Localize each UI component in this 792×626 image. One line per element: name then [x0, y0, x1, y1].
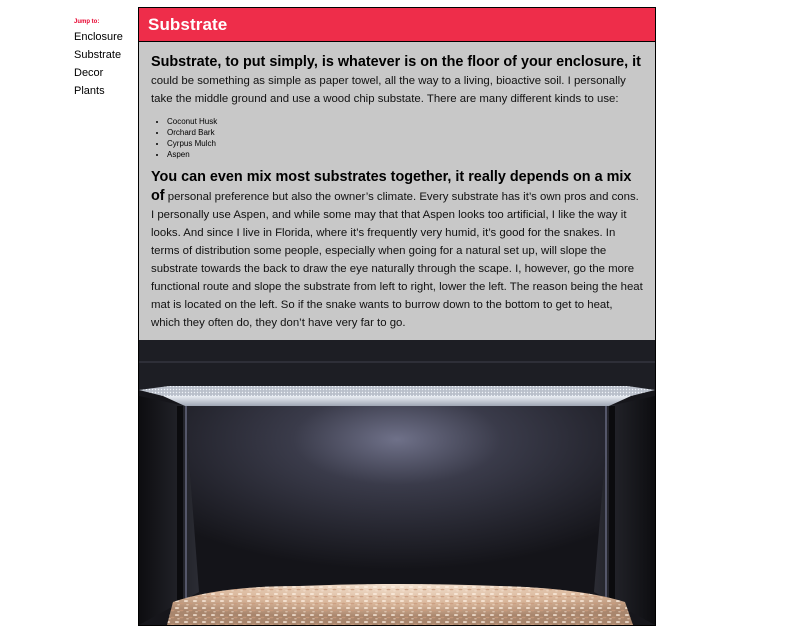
list-item: Orchard Bark	[167, 127, 643, 138]
list-item: Cyrpus Mulch	[167, 138, 643, 149]
list-item: Aspen	[167, 149, 643, 160]
substrate-type-list: Coconut Husk Orchard Bark Cyrpus Mulch A…	[151, 116, 643, 160]
nav-link-substrate[interactable]: Substrate	[74, 46, 134, 64]
mixing-paragraph: You can even mix most substrates togethe…	[151, 168, 643, 332]
intro-body: could be something as simple as paper to…	[151, 75, 626, 105]
section-header: Substrate	[139, 8, 655, 42]
section-title: Substrate	[148, 14, 228, 34]
substrate-section: Substrate Substrate, to put simply, is w…	[138, 7, 656, 626]
nav-link-enclosure[interactable]: Enclosure	[74, 28, 134, 46]
jump-to-nav: Jump to: Enclosure Substrate Decor Plant…	[74, 19, 134, 100]
intro-paragraph: Substrate, to put simply, is whatever is…	[151, 53, 643, 108]
mixing-body: personal preference but also the owner’s…	[151, 191, 643, 329]
list-item: Coconut Husk	[167, 116, 643, 127]
intro-lead: Substrate, to put simply, is whatever is…	[151, 54, 641, 70]
nav-link-decor[interactable]: Decor	[74, 64, 134, 82]
enclosure-photo	[139, 340, 655, 625]
nav-link-plants[interactable]: Plants	[74, 82, 134, 100]
jump-to-label: Jump to:	[74, 19, 100, 25]
section-content: Substrate, to put simply, is whatever is…	[139, 42, 655, 332]
